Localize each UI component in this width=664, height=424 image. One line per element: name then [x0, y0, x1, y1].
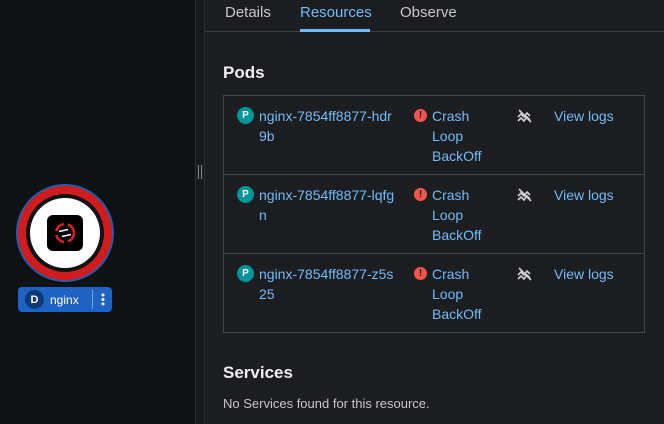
pod-name-link[interactable]: nginx-7854ff8877-z5s25: [259, 264, 399, 304]
pod-row: P nginx-7854ff8877-z5s25 ! Crash Loop Ba…: [224, 254, 644, 332]
error-circle-icon: !: [414, 267, 427, 280]
tab-details[interactable]: Details: [225, 4, 271, 22]
tab-resources[interactable]: Resources: [300, 4, 372, 22]
resize-handle[interactable]: [195, 0, 205, 424]
pods-heading: Pods: [223, 63, 265, 82]
node-label[interactable]: D nginx: [18, 287, 112, 312]
error-circle-icon: !: [414, 188, 427, 201]
pod-name-link[interactable]: nginx-7854ff8877-lqfgn: [259, 185, 399, 225]
tab-observe[interactable]: Observe: [400, 4, 457, 22]
tab-bar: Details Resources Observe: [205, 0, 664, 32]
kebab-menu-icon[interactable]: [92, 290, 112, 309]
services-heading: Services: [223, 363, 293, 382]
pod-status-link[interactable]: Crash Loop BackOff: [432, 106, 502, 166]
metrics-unavailable-icon: [517, 188, 532, 202]
topology-canvas[interactable]: D nginx: [0, 0, 195, 424]
view-logs-link[interactable]: View logs: [554, 185, 614, 205]
metrics-unavailable-icon: [517, 267, 532, 281]
pod-status-link[interactable]: Crash Loop BackOff: [432, 185, 502, 245]
pod-name-link[interactable]: nginx-7854ff8877-hdr9b: [259, 106, 399, 146]
view-logs-link[interactable]: View logs: [554, 264, 614, 284]
grip-icon: [198, 165, 202, 179]
pod-badge: P: [237, 186, 254, 203]
metrics-unavailable-icon: [517, 109, 532, 123]
pod-status-link[interactable]: Crash Loop BackOff: [432, 264, 502, 324]
deployment-node[interactable]: [16, 184, 114, 282]
deployment-badge: D: [25, 290, 44, 309]
app-root: D nginx Details Resources Observe Pods P…: [0, 0, 664, 424]
services-empty-state: No Services found for this resource.: [223, 396, 430, 411]
pod-badge: P: [237, 265, 254, 282]
pod-row: P nginx-7854ff8877-hdr9b ! Crash Loop Ba…: [224, 96, 644, 175]
node-name: nginx: [50, 292, 79, 307]
pod-row: P nginx-7854ff8877-lqfgn ! Crash Loop Ba…: [224, 175, 644, 254]
side-panel: Details Resources Observe Pods P nginx-7…: [205, 0, 664, 424]
view-logs-link[interactable]: View logs: [554, 106, 614, 126]
error-circle-icon: !: [414, 109, 427, 122]
pod-badge: P: [237, 107, 254, 124]
openshift-logo-icon: [47, 215, 83, 251]
pods-list: P nginx-7854ff8877-hdr9b ! Crash Loop Ba…: [223, 95, 645, 333]
active-tab-indicator: [300, 29, 370, 32]
